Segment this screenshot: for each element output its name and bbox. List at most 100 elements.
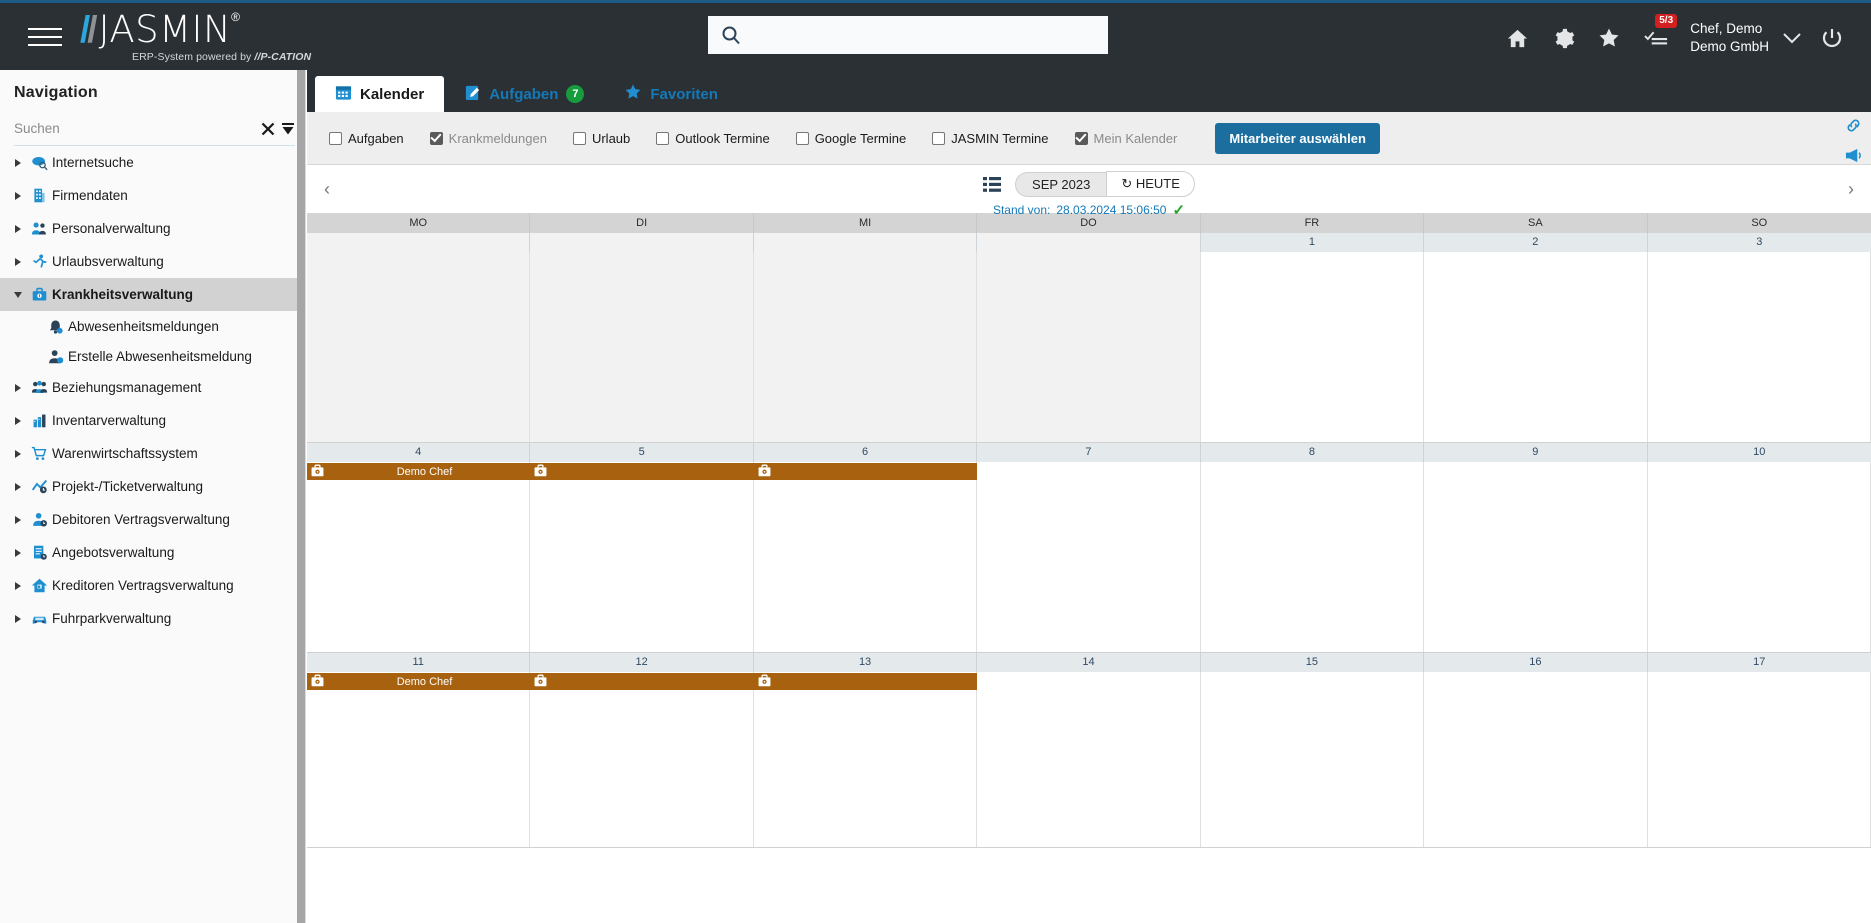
star-icon[interactable] bbox=[1586, 3, 1632, 73]
calendar-day-cell[interactable] bbox=[307, 252, 530, 442]
calendar-event[interactable]: Demo Chef bbox=[307, 463, 977, 480]
calendar-day-cell[interactable] bbox=[307, 462, 530, 652]
sidebar-item-angebotsverwaltung[interactable]: Angebotsverwaltung bbox=[0, 536, 305, 569]
chevron-right-icon[interactable] bbox=[10, 483, 26, 491]
filter-krankmeldungen[interactable]: Krankmeldungen bbox=[430, 131, 547, 146]
calendar-day-cell[interactable] bbox=[754, 672, 977, 847]
tab-favoriten[interactable]: Favoriten bbox=[604, 76, 738, 112]
calendar-date-2[interactable]: 2 bbox=[1424, 233, 1647, 252]
sidebar-item-internetsuche[interactable]: Internetsuche bbox=[0, 146, 305, 179]
app-logo[interactable]: / / JASMIN ® ERP-System powered by //P-C… bbox=[80, 11, 311, 63]
calendar-day-cell[interactable] bbox=[1648, 252, 1871, 442]
gear-icon[interactable] bbox=[1540, 3, 1586, 73]
calendar-day-cell[interactable] bbox=[1201, 672, 1424, 847]
calendar-date-3[interactable]: 3 bbox=[1648, 233, 1871, 252]
sidebar-item-kreditoren-vertragsverwaltung[interactable]: Kreditoren Vertragsverwaltung bbox=[0, 569, 305, 602]
calendar-date-16[interactable]: 16 bbox=[1424, 653, 1647, 672]
select-employee-button[interactable]: Mitarbeiter auswählen bbox=[1215, 123, 1380, 154]
checkbox[interactable] bbox=[430, 132, 443, 145]
sidebar-item-inventarverwaltung[interactable]: Inventarverwaltung bbox=[0, 404, 305, 437]
sidebar-search-input[interactable] bbox=[14, 121, 255, 136]
calendar-date-9[interactable]: 9 bbox=[1424, 443, 1647, 462]
sidebar-item-urlaubsverwaltung[interactable]: Urlaubsverwaltung bbox=[0, 245, 305, 278]
filter-urlaub[interactable]: Urlaub bbox=[573, 131, 630, 146]
sidebar-item-projekt-ticketverwaltung[interactable]: Projekt-/Ticketverwaltung bbox=[0, 470, 305, 503]
sidebar-item-firmendaten[interactable]: Firmendaten bbox=[0, 179, 305, 212]
sidebar-scrollbar[interactable] bbox=[297, 70, 305, 923]
calendar-date-15[interactable]: 15 bbox=[1201, 653, 1424, 672]
calendar-date-12[interactable]: 12 bbox=[530, 653, 753, 672]
list-view-icon[interactable] bbox=[983, 177, 1001, 192]
tab-kalender[interactable]: Kalender bbox=[315, 76, 444, 112]
home-icon[interactable] bbox=[1494, 3, 1540, 73]
chevron-down-icon[interactable] bbox=[1775, 3, 1809, 73]
chevron-right-icon[interactable] bbox=[10, 417, 26, 425]
calendar-day-cell[interactable] bbox=[977, 672, 1200, 847]
calendar-day-cell[interactable] bbox=[977, 462, 1200, 652]
close-icon[interactable] bbox=[261, 122, 275, 136]
month-label-button[interactable]: SEP 2023 bbox=[1015, 172, 1106, 197]
global-search[interactable] bbox=[708, 16, 1108, 54]
calendar-day-cell[interactable] bbox=[530, 462, 753, 652]
tab-aufgaben[interactable]: Aufgaben7 bbox=[444, 76, 604, 112]
task-list-icon[interactable]: 5/3 bbox=[1632, 3, 1680, 73]
filter-google-termine[interactable]: Google Termine bbox=[796, 131, 907, 146]
checkbox[interactable] bbox=[329, 132, 342, 145]
calendar-day-cell[interactable] bbox=[1648, 672, 1871, 847]
calendar-date-14[interactable]: 14 bbox=[977, 653, 1200, 672]
calendar-event[interactable]: Demo Chef bbox=[307, 673, 977, 690]
calendar-date-17[interactable]: 17 bbox=[1648, 653, 1871, 672]
calendar-day-cell[interactable] bbox=[1648, 462, 1871, 652]
calendar-day-cell[interactable] bbox=[754, 462, 977, 652]
sidebar-item-beziehungsmanagement[interactable]: Beziehungsmanagement bbox=[0, 371, 305, 404]
chevron-right-icon[interactable] bbox=[10, 516, 26, 524]
search-input[interactable] bbox=[741, 17, 1107, 53]
calendar-date-13[interactable]: 13 bbox=[754, 653, 977, 672]
chevron-right-icon[interactable] bbox=[10, 582, 26, 590]
calendar-date-6[interactable]: 6 bbox=[754, 443, 977, 462]
calendar-day-cell[interactable] bbox=[1201, 252, 1424, 442]
sidebar-item-fuhrparkverwaltung[interactable]: Fuhrparkverwaltung bbox=[0, 602, 305, 635]
checkbox[interactable] bbox=[573, 132, 586, 145]
sidebar-item-abwesenheitsmeldungen[interactable]: Abwesenheitsmeldungen bbox=[0, 311, 305, 341]
filter-aufgaben[interactable]: Aufgaben bbox=[329, 131, 404, 146]
chevron-right-icon[interactable]: › bbox=[1831, 179, 1871, 200]
calendar-day-cell[interactable] bbox=[1424, 672, 1647, 847]
sidebar-item-warenwirtschaftssystem[interactable]: Warenwirtschaftssystem bbox=[0, 437, 305, 470]
chevron-right-icon[interactable] bbox=[10, 450, 26, 458]
checkbox[interactable] bbox=[796, 132, 809, 145]
user-menu[interactable]: Chef, Demo Demo GmbH bbox=[1690, 20, 1769, 56]
calendar-date-8[interactable]: 8 bbox=[1201, 443, 1424, 462]
chevron-right-icon[interactable] bbox=[10, 384, 26, 392]
power-icon[interactable] bbox=[1809, 3, 1855, 73]
today-button[interactable]: ↻ HEUTE bbox=[1106, 171, 1195, 197]
chevron-right-icon[interactable] bbox=[10, 159, 26, 167]
filter-jasmin-termine[interactable]: JASMIN Termine bbox=[932, 131, 1048, 146]
chevron-left-icon[interactable]: ‹ bbox=[307, 179, 347, 200]
calendar-date-10[interactable]: 10 bbox=[1648, 443, 1871, 462]
collapse-all-icon[interactable] bbox=[281, 122, 295, 136]
calendar-date-7[interactable]: 7 bbox=[977, 443, 1200, 462]
chevron-right-icon[interactable] bbox=[10, 615, 26, 623]
sidebar-item-krankheitsverwaltung[interactable]: Krankheitsverwaltung bbox=[0, 278, 305, 311]
checkbox[interactable] bbox=[1075, 132, 1088, 145]
calendar-date-5[interactable]: 5 bbox=[530, 443, 753, 462]
calendar-day-cell[interactable] bbox=[530, 252, 753, 442]
hamburger-icon[interactable] bbox=[28, 24, 62, 50]
calendar-date-4[interactable]: 4 bbox=[307, 443, 530, 462]
calendar-day-cell[interactable] bbox=[1424, 252, 1647, 442]
calendar-date-11[interactable]: 11 bbox=[307, 653, 530, 672]
filter-outlook-termine[interactable]: Outlook Termine bbox=[656, 131, 769, 146]
filter-mein-kalender[interactable]: Mein Kalender bbox=[1075, 131, 1178, 146]
calendar-date-1[interactable]: 1 bbox=[1201, 233, 1424, 252]
calendar-day-cell[interactable] bbox=[977, 252, 1200, 442]
chevron-right-icon[interactable] bbox=[10, 192, 26, 200]
checkbox[interactable] bbox=[932, 132, 945, 145]
calendar-day-cell[interactable] bbox=[1424, 462, 1647, 652]
chevron-right-icon[interactable] bbox=[10, 225, 26, 233]
chevron-right-icon[interactable] bbox=[10, 258, 26, 266]
sidebar-item-personalverwaltung[interactable]: Personalverwaltung bbox=[0, 212, 305, 245]
calendar-day-cell[interactable] bbox=[754, 252, 977, 442]
sidebar-item-erstelle-abwesenheitsmeldung[interactable]: Erstelle Abwesenheitsmeldung bbox=[0, 341, 305, 371]
calendar-day-cell[interactable] bbox=[1201, 462, 1424, 652]
